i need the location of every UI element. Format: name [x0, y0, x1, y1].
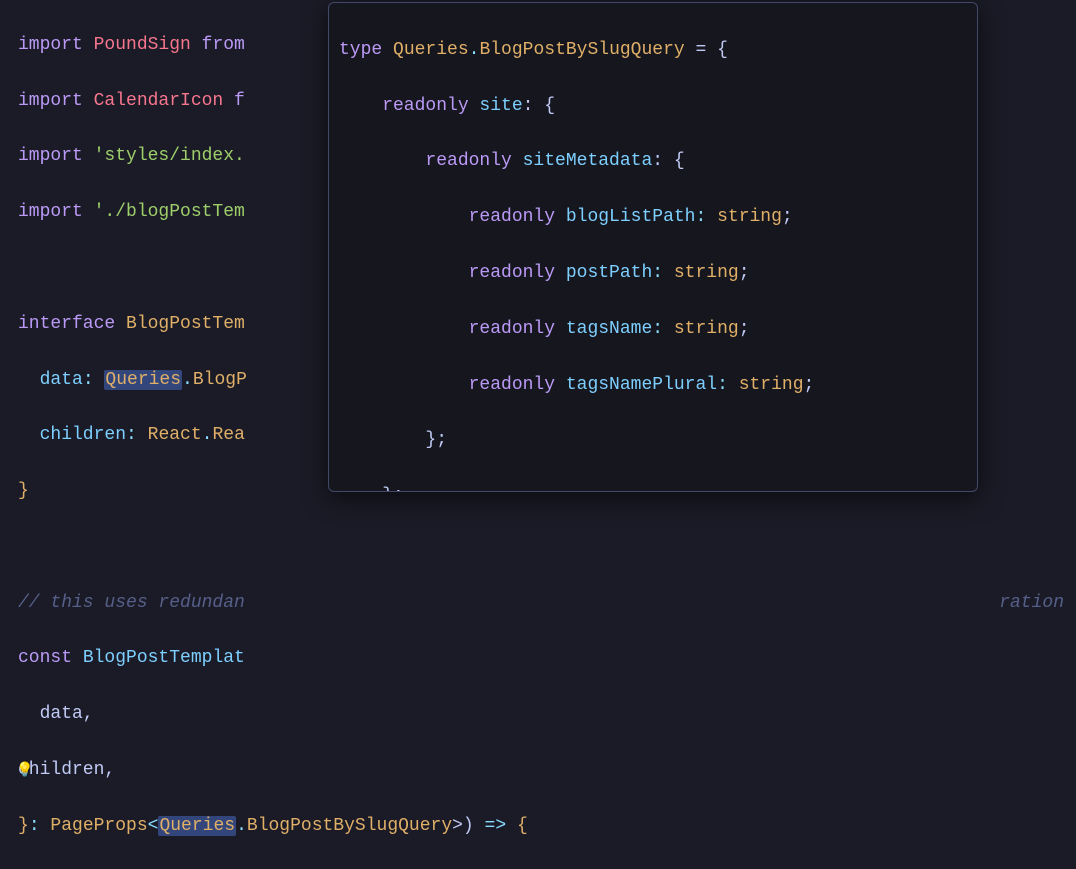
code-line: data, [18, 701, 1076, 729]
tooltip-line: readonly siteMetadata: { [339, 148, 967, 176]
tooltip-line: readonly postPath: string; [339, 260, 967, 288]
tooltip-line: }; [339, 427, 967, 455]
code-line: const BlogPostTemplat [18, 645, 1076, 673]
tooltip-line: readonly tagsName: string; [339, 316, 967, 344]
type-ref-queries: Queries [158, 816, 236, 836]
code-line: 💡children, [18, 757, 1076, 785]
tooltip-line: readonly site: { [339, 93, 967, 121]
type-hover-tooltip[interactable]: type Queries.BlogPostBySlugQuery = { rea… [328, 2, 978, 492]
code-line: // this uses redundanration [18, 590, 1076, 618]
code-line: }: PageProps<Queries.BlogPostBySlugQuery… [18, 813, 1076, 841]
tooltip-line: }; [339, 483, 967, 492]
tooltip-line: readonly blogListPath: string; [339, 204, 967, 232]
type-ref-queries: Queries [104, 370, 182, 390]
tooltip-line: type Queries.BlogPostBySlugQuery = { [339, 37, 967, 65]
tooltip-line: readonly tagsNamePlural: string; [339, 372, 967, 400]
code-line [18, 534, 1076, 562]
